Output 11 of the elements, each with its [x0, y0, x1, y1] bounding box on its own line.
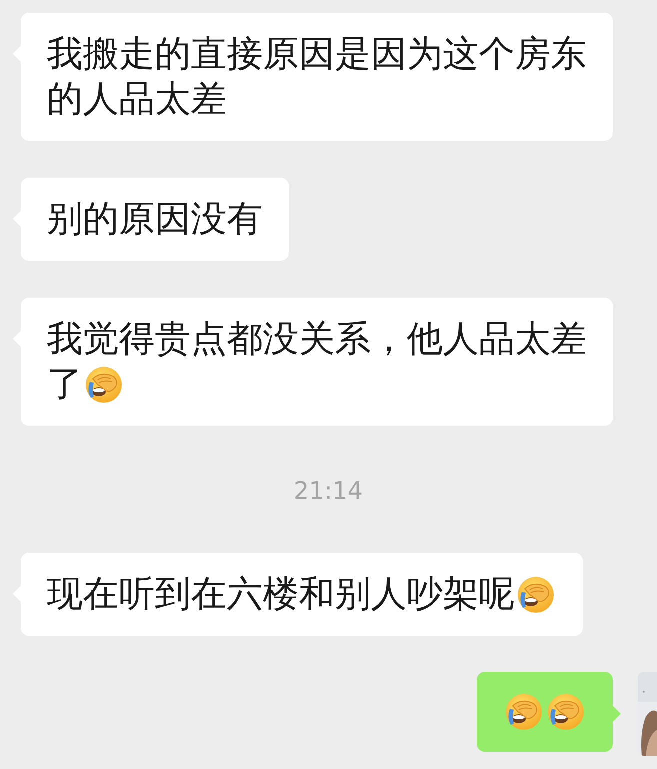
message-text: 别的原因没有 [47, 198, 263, 242]
message-text: 我搬走的直接原因是因为这个房东 [47, 33, 587, 77]
message-text: 了 [47, 363, 83, 407]
facepalm-emoji-icon [546, 692, 586, 732]
facepalm-emoji-icon [516, 574, 556, 614]
message-text: 我觉得贵点都没关系，他人品太差 [47, 318, 587, 362]
facepalm-emoji-icon [504, 692, 544, 732]
timestamp: 21:14 [294, 477, 364, 505]
message-text: 现在听到在六楼和别人吵架呢 [47, 573, 515, 617]
message-text: 的人品太差 [47, 78, 227, 122]
facepalm-emoji-icon [84, 364, 124, 404]
